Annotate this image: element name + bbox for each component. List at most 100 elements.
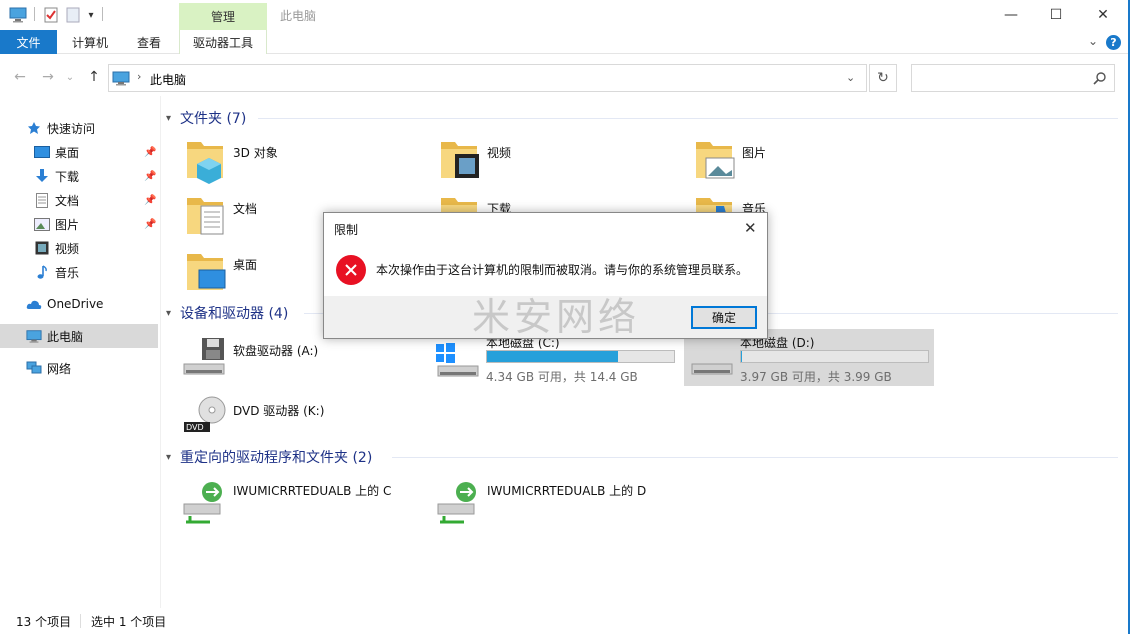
windows-drive-icon	[436, 343, 479, 377]
nav-item-music[interactable]: 音乐	[0, 260, 158, 284]
group-divider	[392, 457, 1118, 458]
drive-name: IWUMICRRTEDUALB 上的 D	[487, 484, 647, 498]
group-title: 文件夹 (7)	[180, 111, 247, 127]
new-folder-icon[interactable]	[64, 6, 82, 24]
selection-count: 选中 1 个项目	[91, 615, 167, 629]
nav-item-videos[interactable]: 视频	[0, 236, 158, 260]
chevron-down-icon[interactable]: ▾	[166, 308, 180, 319]
group-divider	[258, 118, 1118, 119]
nav-this-pc[interactable]: 此电脑	[0, 324, 158, 348]
nav-item-documents[interactable]: 文档 📌	[0, 188, 158, 212]
status-bar: 13 个项目 选中 1 个项目	[0, 609, 1130, 634]
tab-drive-tools[interactable]: 驱动器工具	[179, 30, 267, 54]
forward-button[interactable]: →	[38, 68, 58, 86]
drive-tile-floppy[interactable]: 软盘驱动器 (A:)	[180, 334, 420, 390]
error-icon	[336, 255, 366, 285]
folder-name: 桌面	[233, 258, 258, 272]
download-icon	[34, 168, 50, 184]
music-icon	[34, 264, 50, 280]
desktop-folder-icon	[187, 254, 226, 290]
redirected-drive-tile[interactable]: IWUMICRRTEDUALB 上的 C	[180, 478, 420, 534]
pin-icon[interactable]: 📌	[144, 219, 156, 230]
refresh-button[interactable]: ↻	[869, 64, 897, 92]
title-bar: ▾ 管理 此电脑 — ☐ ✕	[0, 0, 1130, 30]
nav-label: 桌面	[55, 145, 80, 160]
desktop-icon	[34, 144, 50, 160]
folder-tile[interactable]: 视频	[437, 136, 677, 192]
drive-usage-fill	[487, 351, 618, 362]
address-bar[interactable]: › 此电脑 ⌄	[108, 64, 867, 92]
quick-access-separator	[102, 7, 103, 21]
chevron-down-icon[interactable]: ▾	[166, 452, 180, 463]
dvd-drive-icon: DVD	[184, 396, 226, 432]
folder-tile[interactable]: 3D 对象	[183, 136, 423, 192]
computer-icon[interactable]	[8, 6, 28, 24]
recent-locations-button[interactable]: ⌄	[60, 68, 80, 86]
floppy-drive-icon	[183, 338, 225, 375]
tab-file[interactable]: 文件	[0, 30, 57, 54]
tab-computer[interactable]: 计算机	[62, 30, 118, 54]
minimize-button[interactable]: —	[988, 0, 1034, 30]
address-row: ← → ⌄ ↑ › 此电脑 ⌄ ↻	[0, 60, 1130, 94]
maximize-button[interactable]: ☐	[1033, 0, 1079, 30]
drive-tile-dvd[interactable]: DVD DVD 驱动器 (K:)	[180, 394, 420, 450]
pane-divider	[160, 96, 161, 608]
folder-name: 图片	[742, 146, 767, 160]
watermark: 米安网络	[472, 295, 641, 339]
up-button[interactable]: ↑	[84, 68, 104, 86]
status-separator	[80, 614, 81, 628]
properties-icon[interactable]	[42, 6, 60, 24]
star-icon	[26, 120, 42, 136]
nav-item-pictures[interactable]: 图片 📌	[0, 212, 158, 236]
drive-usage-bar	[740, 350, 929, 363]
search-input[interactable]	[916, 69, 1086, 87]
pictures-folder-icon	[696, 142, 735, 179]
nav-label: 音乐	[55, 265, 80, 280]
this-pc-icon	[112, 71, 130, 89]
nav-network[interactable]: 网络	[0, 356, 158, 380]
redirected-drive-tile[interactable]: IWUMICRRTEDUALB 上的 D	[434, 478, 674, 534]
navigation-pane: 快速访问 桌面 📌 下载 📌 文档 📌 图片 📌 视频 音乐 OneDrive …	[0, 104, 160, 608]
nav-item-desktop[interactable]: 桌面 📌	[0, 140, 158, 164]
group-header-folders[interactable]: ▾ 文件夹 (7)	[166, 108, 246, 128]
customize-toolbar-icon[interactable]: ▾	[84, 6, 98, 24]
chevron-down-icon[interactable]: ▾	[166, 113, 180, 124]
nav-label: 此电脑	[47, 329, 84, 344]
ok-button[interactable]: 确定	[691, 306, 757, 329]
nav-item-downloads[interactable]: 下载 📌	[0, 164, 158, 188]
search-icon[interactable]	[1093, 71, 1107, 88]
folder-name: 视频	[487, 146, 512, 160]
search-box[interactable]	[911, 64, 1115, 92]
nav-label: 网络	[47, 361, 72, 376]
group-header-devices[interactable]: ▾ 设备和驱动器 (4)	[166, 303, 288, 323]
manage-context-tab[interactable]: 管理	[179, 3, 267, 30]
back-button[interactable]: ←	[10, 68, 30, 86]
group-header-redirected[interactable]: ▾ 重定向的驱动程序和文件夹 (2)	[166, 447, 372, 467]
tab-view[interactable]: 查看	[126, 30, 172, 54]
ribbon-tabs: 文件 计算机 查看 驱动器工具 ⌄ ?	[0, 30, 1130, 54]
pin-icon[interactable]: 📌	[144, 147, 156, 158]
expand-ribbon-icon[interactable]: ⌄	[1088, 34, 1098, 48]
videos-folder-icon	[441, 142, 479, 178]
dialog-close-button[interactable]: ✕	[744, 219, 757, 237]
pin-icon[interactable]: 📌	[144, 171, 156, 182]
drive-tile-c[interactable]: 本地磁盘 (C:) 4.34 GB 可用，共 14.4 GB	[434, 334, 679, 390]
close-button[interactable]: ✕	[1080, 0, 1126, 30]
pin-icon[interactable]: 📌	[144, 195, 156, 206]
window-title: 此电脑	[280, 9, 317, 23]
network-drive-icon	[183, 482, 222, 524]
breadcrumb-this-pc[interactable]: 此电脑	[150, 71, 186, 88]
nav-quick-access[interactable]: 快速访问	[0, 116, 158, 140]
drive-tile-d[interactable]: 本地磁盘 (D:) 3.97 GB 可用，共 3.99 GB	[688, 334, 933, 390]
address-dropdown-icon[interactable]: ⌄	[846, 71, 855, 84]
item-count: 13 个项目	[16, 615, 72, 629]
help-icon[interactable]: ?	[1106, 35, 1121, 50]
pictures-icon	[34, 216, 50, 232]
nav-onedrive[interactable]: OneDrive	[0, 292, 158, 316]
video-icon	[34, 240, 50, 256]
svg-text:DVD: DVD	[186, 423, 204, 432]
folder-tile[interactable]: 图片	[692, 136, 932, 192]
drive-usage-fill	[741, 351, 742, 362]
hard-drive-icon	[691, 363, 733, 375]
breadcrumb-separator[interactable]: ›	[137, 70, 141, 83]
